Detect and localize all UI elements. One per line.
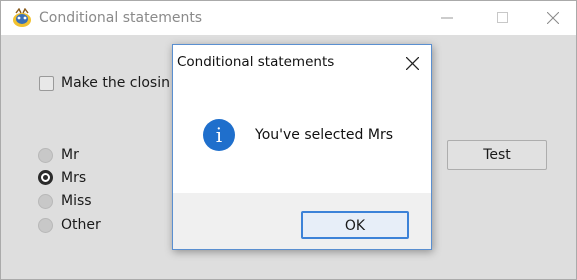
dialog-footer: OK bbox=[173, 193, 431, 249]
title-bar[interactable]: Conditional statements bbox=[1, 1, 576, 35]
closing-checkbox-label: Make the closin bbox=[61, 75, 170, 91]
information-icon: i bbox=[203, 119, 235, 151]
window-title: Conditional statements bbox=[39, 10, 203, 26]
radio-other-label: Other bbox=[61, 217, 101, 233]
radio-mr-label: Mr bbox=[61, 147, 79, 163]
test-button[interactable]: Test bbox=[447, 140, 547, 170]
ok-button[interactable]: OK bbox=[301, 211, 409, 239]
close-icon bbox=[547, 12, 559, 24]
maximize-button[interactable] bbox=[480, 1, 526, 35]
radio-mr[interactable] bbox=[38, 148, 53, 163]
radio-miss[interactable] bbox=[38, 194, 53, 209]
closing-checkbox[interactable] bbox=[39, 76, 54, 91]
close-button[interactable] bbox=[530, 1, 576, 35]
message-dialog: Conditional statements i You've selected… bbox=[172, 44, 432, 250]
radio-mrs[interactable] bbox=[38, 170, 53, 185]
radio-miss-label: Miss bbox=[61, 193, 92, 209]
maximize-icon bbox=[497, 12, 508, 23]
minimize-button[interactable] bbox=[424, 1, 470, 35]
python-app-icon bbox=[13, 8, 31, 27]
radio-other[interactable] bbox=[38, 218, 53, 233]
close-icon bbox=[406, 57, 419, 70]
dialog-close-button[interactable] bbox=[399, 51, 425, 75]
dialog-title: Conditional statements bbox=[177, 54, 335, 70]
dialog-message: You've selected Mrs bbox=[255, 127, 394, 143]
minimize-icon bbox=[441, 17, 453, 19]
radio-mrs-label: Mrs bbox=[61, 170, 87, 186]
